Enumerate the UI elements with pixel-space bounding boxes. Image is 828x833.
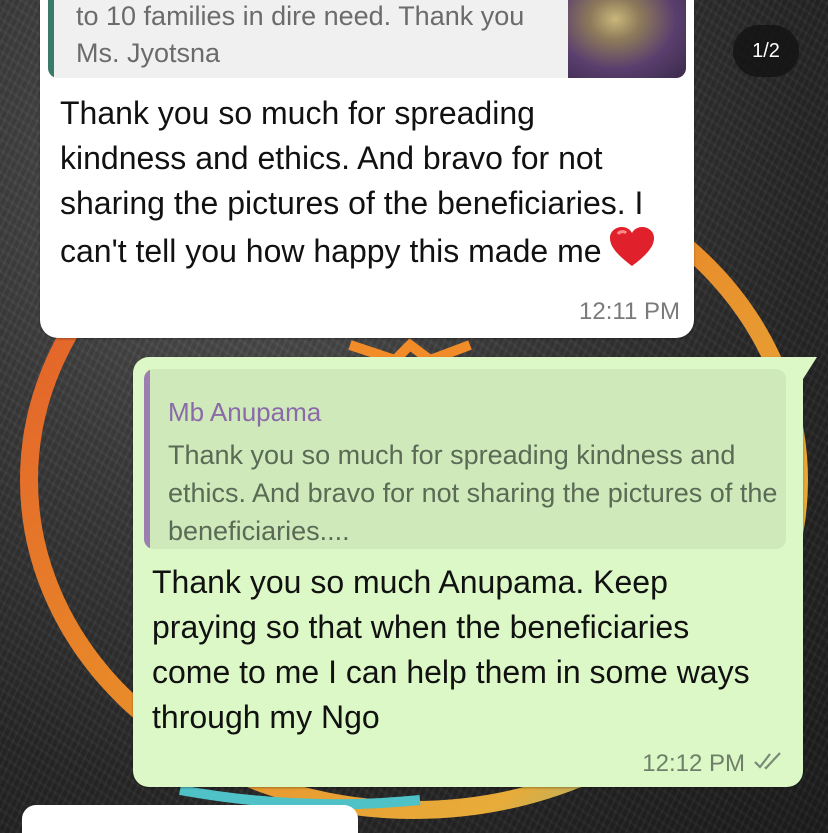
double-check-icon [753,750,783,778]
quoted-author: Mb Anupama [168,397,322,427]
page-indicator: 1/2 [733,25,799,77]
outgoing-message-bubble[interactable]: Mb Anupama Thank you so much for spreadi… [133,357,803,787]
message-timestamp: 12:12 PM [642,750,745,777]
message-meta: 12:12 PM [642,750,783,778]
quote-accent-bar [144,369,150,549]
quoted-message-outgoing[interactable]: Mb Anupama Thank you so much for spreadi… [144,369,786,549]
message-text-incoming: Thank you so much for spreading kindness… [60,91,660,280]
chat-screen: 1/2 to 10 families in dire need. Thank y… [0,0,828,833]
bubble-tail [803,357,817,379]
message-text-outgoing: Thank you so much Anupama. Keep praying … [152,564,750,735]
message-timestamp: 12:11 PM [579,298,680,325]
next-message-bubble-partial[interactable] [22,805,358,833]
red-heart-icon [608,226,656,280]
quote-accent-bar [48,0,54,78]
quoted-message-incoming[interactable]: to 10 families in dire need. Thank you M… [48,0,686,78]
incoming-message-bubble[interactable]: to 10 families in dire need. Thank you M… [40,0,694,338]
quoted-text: Thank you so much for spreading kindness… [168,440,778,546]
quoted-text: to 10 families in dire need. Thank you M… [76,1,525,68]
message-body: Thank you so much for spreading kindness… [60,95,644,269]
quoted-image-thumbnail[interactable] [568,0,686,78]
